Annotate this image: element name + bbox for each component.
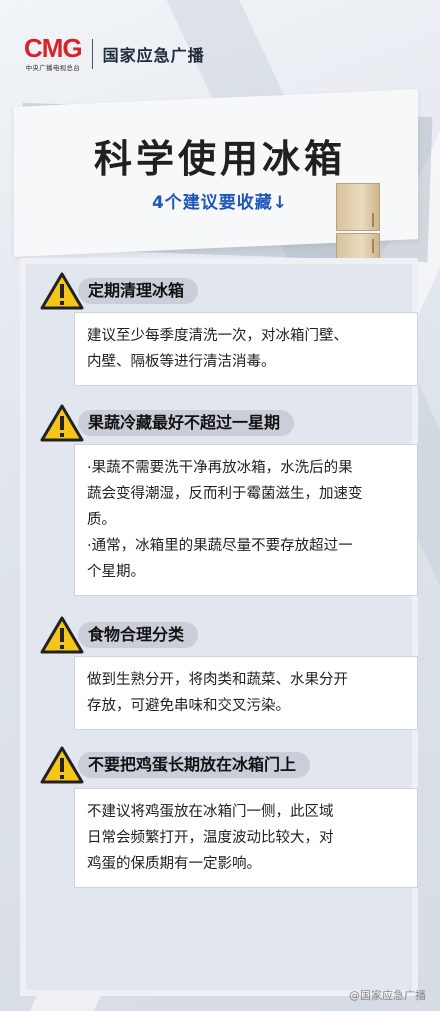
section-title: 食物合理分类 — [78, 622, 199, 648]
warning-triangle-icon — [40, 746, 84, 784]
body-line: 做到生熟分开，将肉类和蔬菜、水果分开 — [87, 672, 348, 688]
body-line: 质。 — [87, 512, 116, 528]
content-card: 定期清理冰箱 建议至少每季度清洗一次，对冰箱门壁、 内壁、隔板等进行清洁消毒。 … — [20, 258, 418, 996]
section-body: 不建议将鸡蛋放在冰箱门一侧，此区域 日常会频繁打开，温度波动比较大，对 鸡蛋的保… — [74, 788, 418, 888]
page-title: 科学使用冰箱 — [93, 137, 346, 181]
body-line: 日常会频繁打开，温度波动比较大，对 — [87, 830, 334, 846]
warning-triangle-icon — [40, 272, 84, 310]
section-title: 不要把鸡蛋长期放在冰箱门上 — [78, 752, 311, 778]
body-line: 蔬会变得潮湿，反而利于霉菌滋生，加速变 — [87, 486, 363, 502]
watermark: @国家应急广播 — [349, 989, 426, 1002]
section-title: 果蔬冷藏最好不超过一星期 — [78, 410, 295, 436]
section-body: 建议至少每季度清洗一次，对冰箱门壁、 内壁、隔板等进行清洁消毒。 — [74, 312, 418, 386]
body-line: 内壁、隔板等进行清洁消毒。 — [87, 354, 276, 370]
body-line: 鸡蛋的保质期有一定影响。 — [87, 856, 261, 872]
section-heading: 食物合理分类 — [40, 616, 199, 654]
body-line: 建议至少每季度清洗一次，对冰箱门壁、 — [87, 328, 348, 344]
section-body: ·果蔬不需要洗干净再放冰箱，水洗后的果 蔬会变得潮湿，反而利于霉菌滋生，加速变 … — [74, 444, 418, 596]
body-line: 不建议将鸡蛋放在冰箱门一侧，此区域 — [87, 804, 334, 820]
body-line: 个星期。 — [87, 564, 145, 580]
body-line: 存放，可避免串味和交叉污染。 — [87, 698, 290, 714]
section-heading: 定期清理冰箱 — [40, 272, 199, 310]
section-body: 做到生熟分开，将肉类和蔬菜、水果分开 存放，可避免串味和交叉污染。 — [74, 656, 418, 730]
header-title: 国家应急广播 — [102, 46, 205, 65]
logo-text: CMG — [24, 33, 83, 63]
section-title: 定期清理冰箱 — [78, 278, 199, 304]
warning-triangle-icon — [40, 616, 84, 654]
cmg-logo: CMG 中央广播电视总台 — [24, 33, 83, 72]
section-heading: 果蔬冷藏最好不超过一星期 — [40, 404, 295, 442]
logo-subtitle: 中央广播电视总台 — [25, 64, 81, 72]
header-divider — [91, 39, 93, 69]
section-heading: 不要把鸡蛋长期放在冰箱门上 — [40, 746, 311, 784]
body-line: ·果蔬不需要洗干净再放冰箱，水洗后的果 — [87, 460, 353, 476]
header: CMG 中央广播电视总台 国家应急广播 — [24, 34, 205, 74]
body-line: ·通常，冰箱里的果蔬尽量不要存放超过一 — [87, 538, 353, 554]
warning-triangle-icon — [40, 404, 84, 442]
